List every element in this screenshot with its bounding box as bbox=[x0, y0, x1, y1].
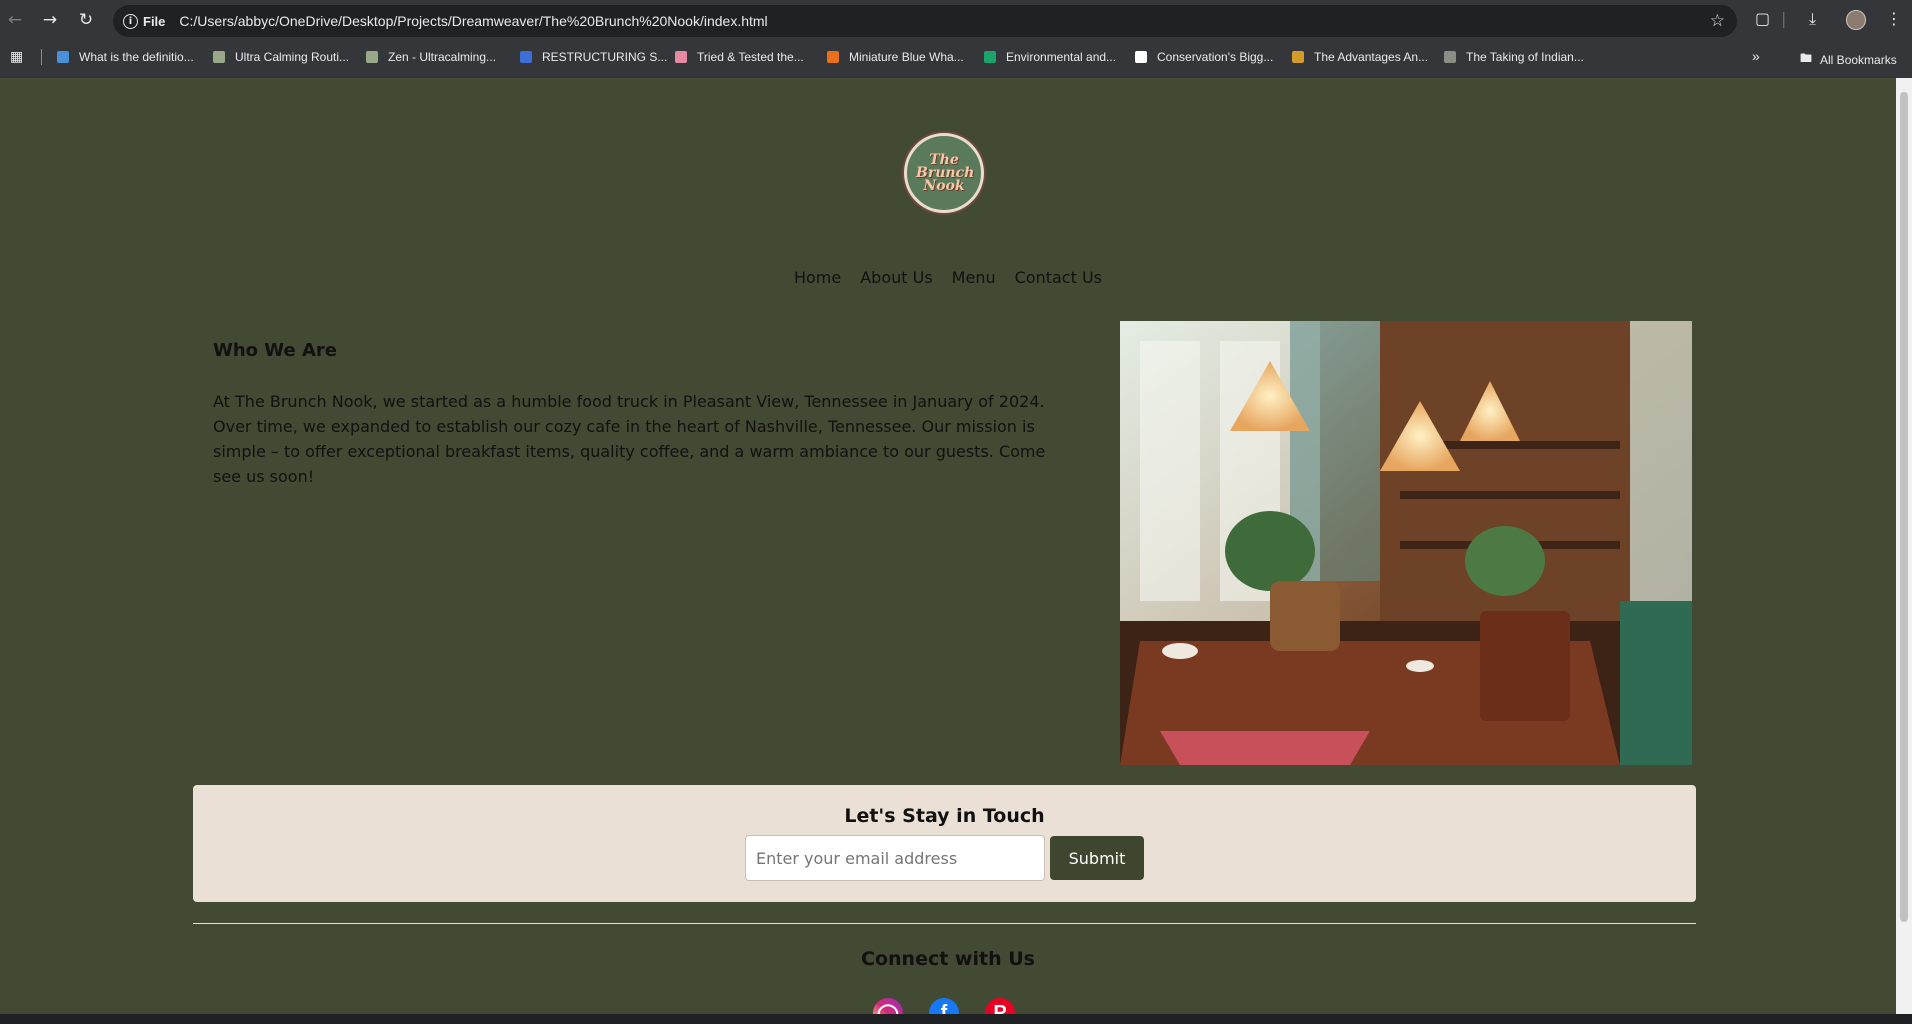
bookmark-item[interactable]: Conservation's Bigg... bbox=[1135, 50, 1273, 64]
bookmark-favicon-icon bbox=[827, 51, 839, 63]
address-bar[interactable]: i File C:/Users/abbyc/OneDrive/Desktop/P… bbox=[113, 5, 1737, 37]
profile-avatar[interactable] bbox=[1846, 10, 1866, 30]
scrollbar-thumb[interactable] bbox=[1900, 92, 1908, 922]
bookmark-item[interactable]: RESTRUCTURING S... bbox=[520, 50, 667, 64]
who-we-are-text: At The Brunch Nook, we started as a humb… bbox=[213, 392, 1046, 486]
bookmark-favicon-icon bbox=[366, 51, 378, 63]
more-bookmarks-icon[interactable]: » bbox=[1752, 48, 1760, 64]
bookmark-item[interactable]: Environmental and... bbox=[984, 50, 1116, 64]
all-bookmarks-label: All Bookmarks bbox=[1820, 52, 1897, 67]
bookmark-label: Miniature Blue Wha... bbox=[849, 50, 964, 64]
bookmark-label: Zen - Ultracalming... bbox=[388, 50, 497, 64]
submit-button[interactable]: Submit bbox=[1050, 836, 1144, 880]
all-bookmarks[interactable]: 🖿 All Bookmarks bbox=[1800, 49, 1897, 70]
bookmark-favicon-icon bbox=[213, 51, 225, 63]
nav-contact-us[interactable]: Contact Us bbox=[1015, 268, 1102, 287]
bookmark-favicon-icon bbox=[520, 51, 532, 63]
email-input[interactable] bbox=[745, 835, 1045, 881]
back-icon[interactable]: ← bbox=[2, 7, 28, 33]
bookmark-favicon-icon bbox=[675, 51, 687, 63]
bookmark-item[interactable]: What is the definitio... bbox=[57, 50, 194, 64]
bookmark-label: What is the definitio... bbox=[79, 50, 194, 64]
site-info-icon[interactable]: i bbox=[123, 13, 138, 29]
address-prefix: File bbox=[143, 13, 166, 29]
bookmark-item[interactable]: Zen - Ultracalming... bbox=[366, 50, 496, 64]
who-we-are-heading: Who We Are bbox=[213, 340, 338, 361]
newsletter-section: Let's Stay in Touch Submit bbox=[193, 785, 1696, 902]
bookmark-label: RESTRUCTURING S... bbox=[542, 50, 668, 64]
nav-menu[interactable]: Menu bbox=[952, 268, 996, 287]
site-logo[interactable]: The Brunch Nook bbox=[904, 133, 984, 213]
bookmark-label: The Taking of Indian... bbox=[1466, 50, 1584, 64]
connect-heading: Connect with Us bbox=[861, 948, 1035, 970]
bookmark-favicon-icon bbox=[1444, 51, 1456, 63]
logo-text: The Brunch Nook bbox=[916, 151, 975, 194]
menu-icon[interactable]: ⋮ bbox=[1886, 9, 1902, 28]
forward-icon[interactable]: → bbox=[37, 7, 63, 33]
apps-grid-icon[interactable]: ▦ bbox=[10, 48, 23, 65]
bookmark-item[interactable]: The Advantages An... bbox=[1292, 50, 1428, 64]
newsletter-heading: Let's Stay in Touch bbox=[844, 805, 1045, 827]
page-content: The Brunch Nook Home About Us Menu Conta… bbox=[0, 78, 1896, 1024]
bookmark-item[interactable]: Ultra Calming Routi... bbox=[213, 50, 349, 64]
footer-divider bbox=[193, 923, 1696, 924]
bookmark-item[interactable]: Miniature Blue Wha... bbox=[827, 50, 964, 64]
nav-about-us[interactable]: About Us bbox=[860, 268, 932, 287]
bookmark-favicon-icon bbox=[1135, 51, 1147, 63]
bookmark-star-icon[interactable]: ☆ bbox=[1710, 11, 1725, 31]
browser-chrome: ← → ↻ i File C:/Users/abbyc/OneDrive/Des… bbox=[0, 0, 1912, 78]
bookmark-label: The Advantages An... bbox=[1314, 50, 1429, 64]
main-nav: Home About Us Menu Contact Us bbox=[0, 268, 1896, 287]
toolbar-divider: | bbox=[1781, 9, 1787, 28]
bookmark-favicon-icon bbox=[57, 51, 69, 63]
os-taskbar bbox=[0, 1014, 1912, 1024]
bookmark-label: Tried & Tested the... bbox=[697, 50, 804, 64]
reload-icon[interactable]: ↻ bbox=[73, 7, 99, 33]
bookmark-label: Ultra Calming Routi... bbox=[235, 50, 350, 64]
bookmark-item[interactable]: The Taking of Indian... bbox=[1444, 50, 1584, 64]
bookmark-item[interactable]: Tried & Tested the... bbox=[675, 50, 804, 64]
nav-home[interactable]: Home bbox=[794, 268, 841, 287]
folder-icon: 🖿 bbox=[1800, 51, 1813, 65]
bookmark-label: Conservation's Bigg... bbox=[1157, 50, 1274, 64]
browser-toolbar: ← → ↻ i File C:/Users/abbyc/OneDrive/Des… bbox=[0, 0, 1912, 40]
bookmark-favicon-icon bbox=[1292, 51, 1304, 63]
extensions-icon[interactable]: ▢ bbox=[1755, 9, 1770, 28]
cafe-interior-image bbox=[1120, 321, 1692, 765]
bookmark-favicon-icon bbox=[984, 51, 996, 63]
downloads-icon[interactable]: ⤓ bbox=[1809, 9, 1816, 29]
bookmarks-divider bbox=[41, 49, 42, 65]
url-text[interactable]: C:/Users/abbyc/OneDrive/Desktop/Projects… bbox=[179, 13, 767, 29]
bookmark-label: Environmental and... bbox=[1006, 50, 1117, 64]
